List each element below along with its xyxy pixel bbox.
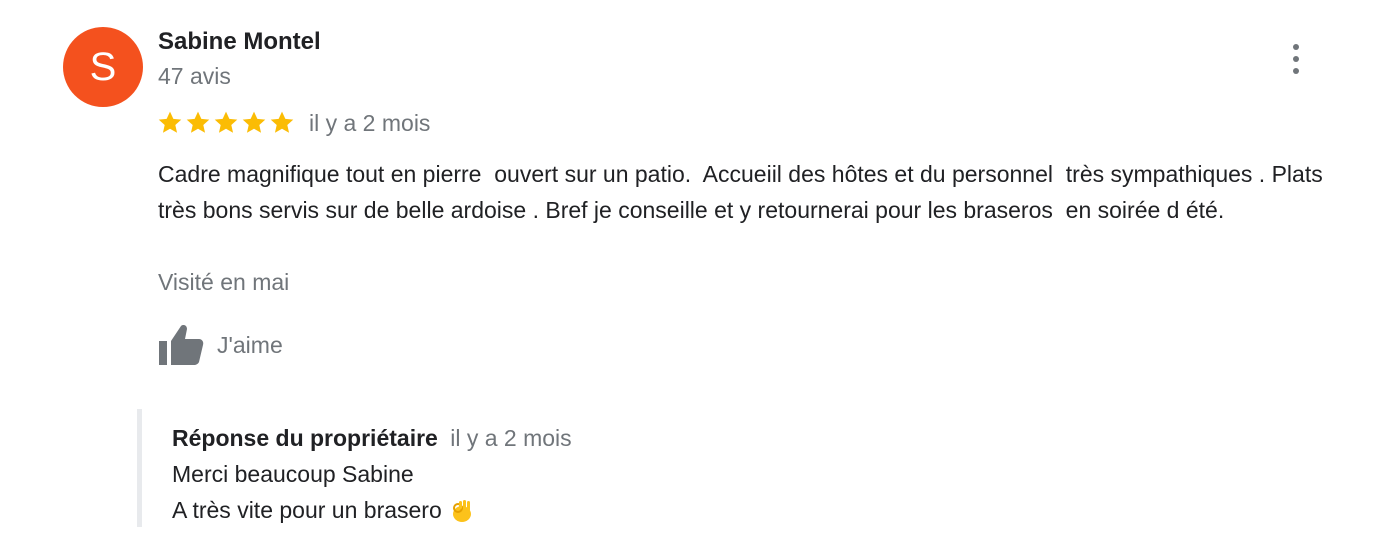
star-rating xyxy=(157,110,295,138)
owner-reply-line-2: A très vite pour un brasero xyxy=(172,497,442,523)
reviewer-review-count[interactable]: 47 avis xyxy=(158,63,231,90)
star-icon xyxy=(186,111,210,133)
owner-reply-line-2-row: A très vite pour un brasero xyxy=(172,497,474,524)
owner-reply-time: il y a 2 mois xyxy=(450,425,572,451)
avatar[interactable]: S xyxy=(63,27,143,107)
reviewer-name[interactable]: Sabine Montel xyxy=(158,28,321,56)
more-vert-icon xyxy=(1293,44,1299,50)
owner-reply-line-1: Merci beaucoup Sabine xyxy=(172,461,414,487)
star-icon xyxy=(270,111,294,133)
star-icon xyxy=(158,111,182,133)
visited-date: Visité en mai xyxy=(158,269,290,295)
thumbs-up-icon xyxy=(159,325,204,365)
more-options-button[interactable] xyxy=(1284,42,1308,76)
more-vert-icon-dot xyxy=(1293,56,1299,62)
review-time: il y a 2 mois xyxy=(309,110,431,136)
more-vert-icon-dot xyxy=(1293,68,1299,74)
like-button[interactable]: J'aime xyxy=(157,322,283,368)
avatar-letter: S xyxy=(89,44,117,89)
owner-reply-header: Réponse du propriétaire il y a 2 mois xyxy=(172,425,572,452)
owner-reply-title: Réponse du propriétaire xyxy=(172,425,438,451)
owner-reply: Réponse du propriétaire il y a 2 mois Me… xyxy=(137,409,1037,527)
like-label: J'aime xyxy=(217,331,283,358)
review-text: Cadre magnifique tout en pierre ouvert s… xyxy=(158,161,1330,223)
star-icon xyxy=(214,111,238,133)
star-icon xyxy=(242,111,266,133)
ok-hand-emoji-icon xyxy=(452,499,471,522)
